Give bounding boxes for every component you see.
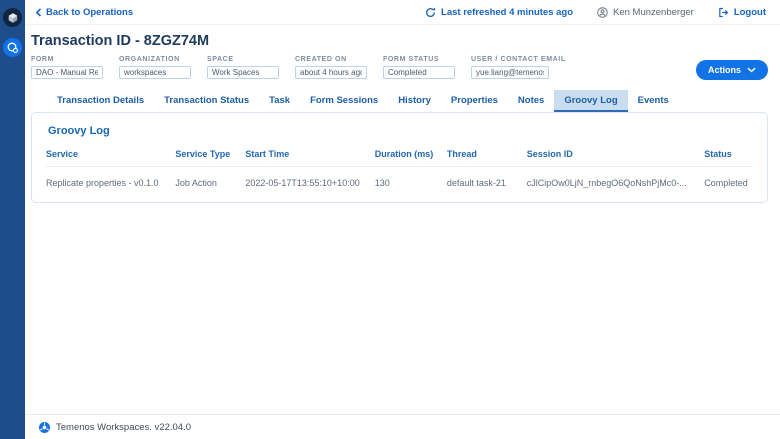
detail-tabs: Transaction Details Transaction Status T… — [47, 90, 768, 112]
tab-properties[interactable]: Properties — [441, 90, 508, 112]
tab-notes[interactable]: Notes — [508, 90, 554, 112]
field-organization-label: Organization — [119, 56, 180, 63]
user-name-label: Ken Munzenberger — [613, 6, 694, 18]
table-row[interactable]: Replicate properties - v0.1.0 Job Action… — [46, 167, 753, 201]
page-title: Transaction ID - 8ZGZ74M — [31, 33, 210, 49]
actions-button[interactable]: Actions — [695, 60, 768, 80]
logout-icon — [718, 7, 729, 18]
cell-status: Completed — [704, 178, 748, 188]
field-form-input[interactable] — [31, 66, 103, 79]
temenos-footer-logo-icon — [39, 421, 50, 433]
column-header-start-time: Start Time — [245, 147, 375, 167]
groovy-log-panel-title: Groovy Log — [48, 125, 110, 137]
logout-button[interactable]: Logout — [718, 7, 766, 18]
tab-events[interactable]: Events — [628, 90, 679, 112]
tab-history[interactable]: History — [388, 90, 441, 112]
column-header-duration: Duration (ms) — [374, 147, 447, 167]
field-form: Form — [31, 56, 103, 79]
cell-thread: default task-21 — [446, 178, 506, 188]
tab-transaction-details[interactable]: Transaction Details — [47, 90, 154, 112]
logout-label: Logout — [733, 6, 766, 18]
left-nav-rail — [0, 0, 25, 439]
field-created-on: Created On — [295, 56, 367, 79]
field-organization-input[interactable] — [119, 66, 191, 79]
top-bar: Back to Operations Last refreshed 4 minu… — [25, 0, 780, 25]
groovy-log-panel: Groovy Log Service Service Type Start Ti… — [31, 112, 768, 203]
field-space: Space — [207, 56, 279, 79]
refresh-button[interactable]: Last refreshed 4 minutes ago — [425, 7, 573, 18]
tab-groovy-log[interactable]: Groovy Log — [554, 90, 628, 112]
chevron-left-icon — [35, 7, 42, 17]
app-footer: Temenos Workspaces. v22.04.0 — [25, 414, 780, 439]
field-user-contact-email-label: User / Contact Email — [471, 56, 566, 63]
operations-nav-icon[interactable] — [3, 38, 22, 57]
footer-version-label: Temenos Workspaces. v22.04.0 — [56, 421, 192, 433]
field-user-contact-email-input[interactable] — [471, 66, 549, 79]
actions-button-label: Actions — [707, 65, 741, 75]
temenos-logo-icon[interactable] — [3, 8, 22, 27]
field-created-on-label: Created On — [295, 56, 347, 63]
field-form-label: Form — [31, 56, 55, 63]
column-header-thread: Thread — [446, 147, 527, 167]
groovy-log-table: Service Service Type Start Time Duration… — [46, 147, 753, 200]
user-menu[interactable]: Ken Munzenberger — [597, 7, 694, 18]
field-created-on-input[interactable] — [295, 66, 367, 79]
operations-glyph — [7, 42, 18, 53]
transaction-summary-fields: Form Organization Space Created On Form … — [25, 56, 780, 80]
table-header-row: Service Service Type Start Time Duration… — [46, 147, 753, 167]
cell-duration: 130 — [374, 178, 390, 188]
chevron-down-icon — [747, 67, 756, 73]
field-space-label: Space — [207, 56, 234, 63]
cell-service-type: Job Action — [175, 178, 217, 188]
cube-glyph — [8, 12, 17, 23]
field-user-contact-email: User / Contact Email — [471, 56, 566, 79]
user-icon — [597, 6, 608, 18]
refresh-icon — [425, 7, 436, 18]
tab-task[interactable]: Task — [259, 90, 300, 112]
field-form-status-label: Form Status — [383, 56, 440, 63]
back-to-operations-link[interactable]: Back to Operations — [35, 7, 133, 18]
column-header-service: Service — [46, 147, 176, 167]
top-bar-right: Last refreshed 4 minutes ago Ken Munzenb… — [425, 7, 766, 18]
tab-transaction-status[interactable]: Transaction Status — [154, 90, 259, 112]
column-header-status: Status — [704, 147, 753, 167]
empty-content-area — [25, 203, 780, 414]
column-header-session-id: Session ID — [526, 147, 705, 167]
cell-service: Replicate properties - v0.1.0 — [46, 178, 159, 188]
back-link-label: Back to Operations — [46, 6, 134, 18]
main-area: Back to Operations Last refreshed 4 minu… — [25, 0, 780, 439]
field-form-status: Form Status — [383, 56, 455, 79]
app-window: Back to Operations Last refreshed 4 minu… — [0, 0, 780, 439]
field-organization: Organization — [119, 56, 191, 79]
cell-start-time: 2022-05-17T13:55:10+10:00 — [245, 178, 360, 188]
last-refreshed-label: Last refreshed 4 minutes ago — [441, 6, 573, 18]
tab-form-sessions[interactable]: Form Sessions — [300, 90, 388, 112]
cell-session-id: cJlCipOw0LjN_rnbegO6QoNshPjMc0-... — [526, 178, 687, 188]
field-space-input[interactable] — [207, 66, 279, 79]
column-header-service-type: Service Type — [175, 147, 246, 167]
field-form-status-input[interactable] — [383, 66, 455, 79]
